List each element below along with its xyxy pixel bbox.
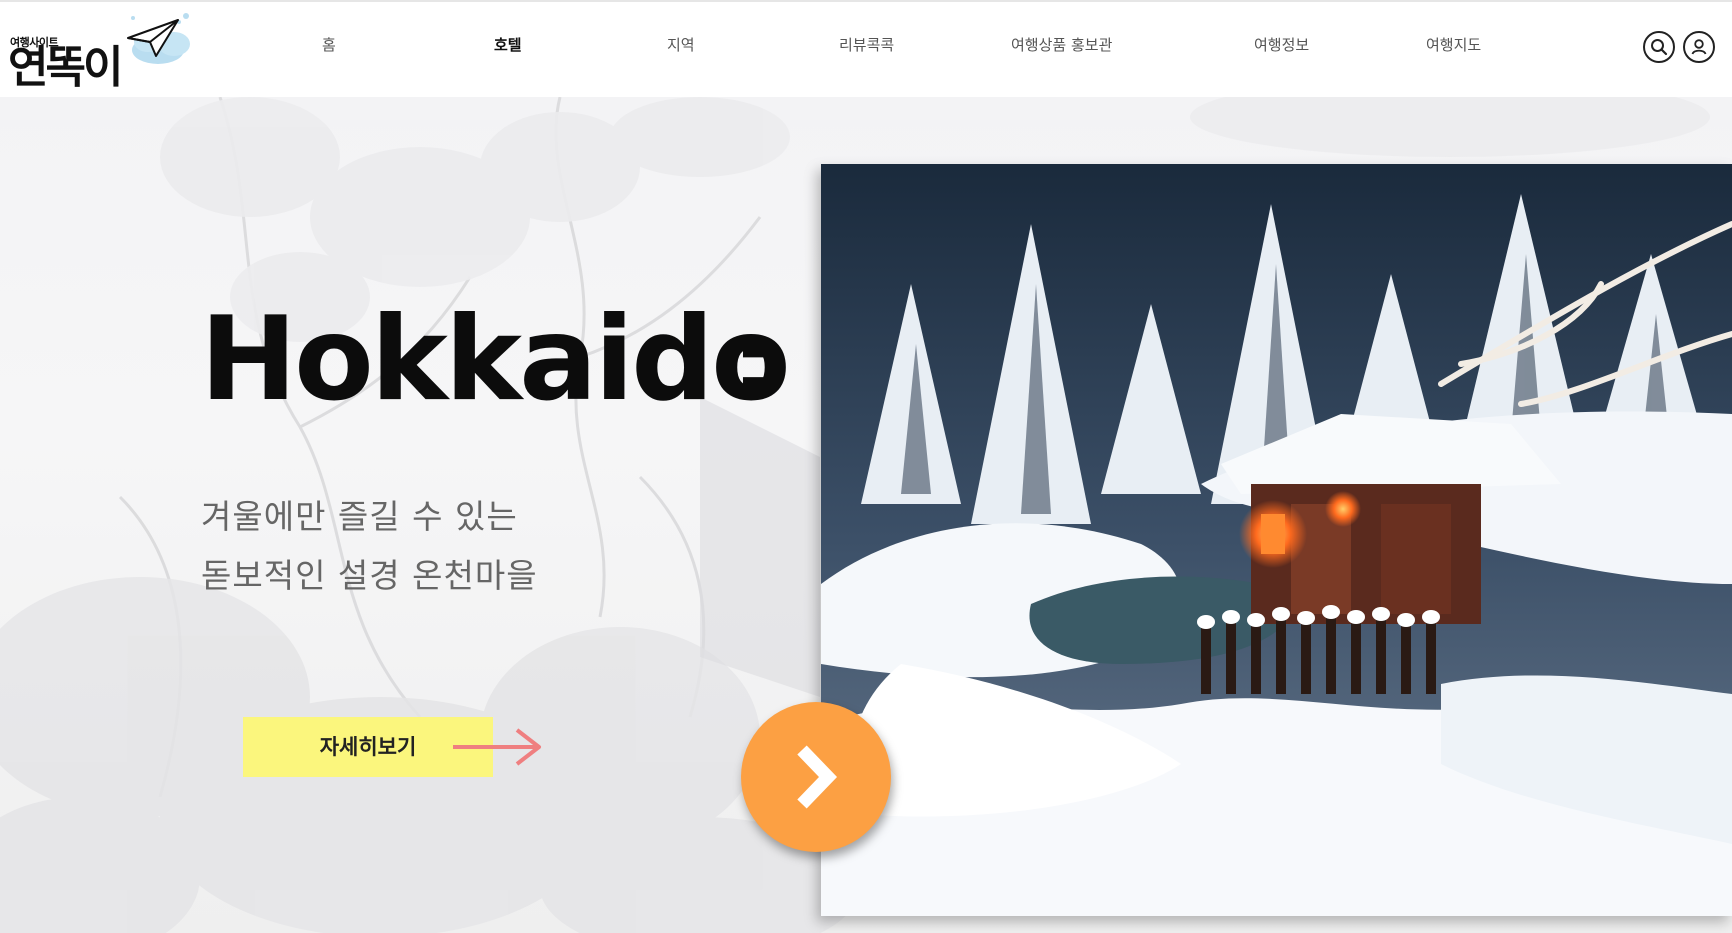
arrow-right-icon — [453, 728, 541, 766]
nav-hotel[interactable]: 호텔 — [494, 34, 522, 55]
logo-big-text: 연똑이 — [8, 42, 123, 93]
onsen-illustration — [821, 164, 1732, 916]
site-header: 여행사이트 연똑이 홈 호텔 지역 리뷰콕콕 여행상품 홍보관 여행정보 여행지… — [0, 0, 1732, 97]
nav-home[interactable]: 홈 — [322, 34, 336, 55]
page: 여행사이트 연똑이 홈 호텔 지역 리뷰콕콕 여행상품 홍보관 여행정보 여행지… — [0, 0, 1732, 933]
chevron-right-icon — [797, 745, 838, 809]
paper-plane-icon — [127, 19, 179, 57]
user-icon — [1691, 39, 1707, 55]
nav-region[interactable]: 지역 — [667, 34, 695, 55]
nav-travel-map[interactable]: 여행지도 — [1426, 34, 1481, 55]
hero-title: Hokkaido — [200, 292, 791, 427]
nav-reviews[interactable]: 리뷰콕콕 — [839, 34, 894, 55]
hero-subtitle-line1: 겨울에만 즐길 수 있는 — [201, 497, 518, 536]
search-button[interactable] — [1643, 31, 1675, 63]
nav-travel-info[interactable]: 여행정보 — [1254, 34, 1309, 55]
search-icon — [1651, 39, 1668, 56]
hero-photo-snowy-onsen — [821, 164, 1732, 916]
hero-section: Hokkaido : 겨울에만 즐길 수 있는 돋보적인 설경 온천마을 자세히… — [0, 97, 1732, 933]
nav-products[interactable]: 여행상품 홍보관 — [1011, 34, 1112, 55]
site-logo[interactable]: 여행사이트 연똑이 — [8, 8, 192, 94]
next-slide-button[interactable] — [741, 702, 891, 852]
hero-subtitle-line2: 돋보적인 설경 온천마을 — [201, 556, 538, 595]
user-button[interactable] — [1683, 31, 1715, 63]
hero-title-colon: : — [730, 292, 777, 427]
